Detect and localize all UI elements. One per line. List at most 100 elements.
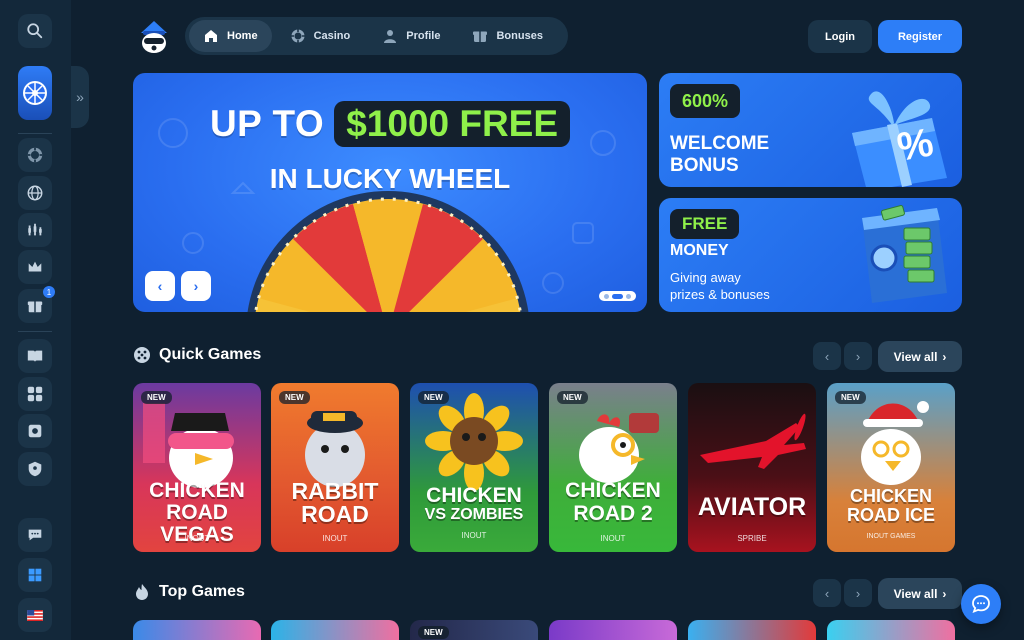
game-card-chicken-vs-zombies[interactable]: NEW CHICKEN VS ZOMBIES INOUT xyxy=(410,383,538,552)
section-title-quick-games: Quick Games xyxy=(133,346,261,364)
section-title-top-games: Top Games xyxy=(133,583,245,601)
game-card-top-6[interactable] xyxy=(827,620,955,640)
nav-home[interactable]: Home xyxy=(189,20,272,52)
sidebar: » 1 xyxy=(0,0,89,640)
login-button[interactable]: Login xyxy=(808,20,872,53)
welcome-bonus-card[interactable]: % 600% WELCOME BONUS xyxy=(659,73,962,187)
sidebar-item-blog[interactable] xyxy=(18,339,52,373)
game-card-top-5[interactable] xyxy=(688,620,816,640)
chevron-right-icon: › xyxy=(193,278,199,294)
hero-next-button[interactable]: › xyxy=(181,271,211,301)
sidebar-item-vip[interactable] xyxy=(18,250,52,284)
free-money-card[interactable]: FREE MONEY Giving away prizes & bonuses xyxy=(659,198,962,312)
chevron-left-icon: ‹ xyxy=(824,585,830,601)
nav-bonuses-label: Bonuses xyxy=(496,30,543,42)
promo-title-line2: BONUS xyxy=(670,155,739,176)
hero-banner[interactable]: UP TO $1000 FREE IN LUCKY WHEEL ‹ › xyxy=(133,73,647,312)
chat-bubble-icon xyxy=(972,595,990,614)
money-safe-illustration xyxy=(862,205,947,303)
search-icon xyxy=(27,23,43,39)
nav-profile[interactable]: Profile xyxy=(368,20,454,52)
promo-title-line1: WELCOME xyxy=(670,133,770,154)
gift-icon xyxy=(473,31,488,42)
hero-headline: UP TO $1000 FREE xyxy=(133,101,647,147)
hero-prefix: UP TO xyxy=(209,103,325,144)
game-card-chicken-road-vegas[interactable]: NEW CHICKEN ROAD VEGAS INOUT xyxy=(133,383,261,552)
view-all-label: View all xyxy=(893,349,938,364)
game-card-top-1[interactable] xyxy=(133,620,261,640)
sidebar-item-security[interactable] xyxy=(18,452,52,486)
chevron-right-icon: › xyxy=(855,585,861,601)
sidebar-item-trading[interactable] xyxy=(18,213,52,247)
lucky-wheel-button[interactable] xyxy=(18,66,52,120)
game-card-aviator[interactable]: AVIATOR SPRIBE xyxy=(688,383,816,552)
carousel-dots[interactable] xyxy=(599,291,636,301)
game-title-line1: RABBIT xyxy=(291,478,379,504)
carousel-dot-active[interactable] xyxy=(612,293,623,299)
chat-support-icon xyxy=(28,529,42,541)
promo-subtitle-line1: Giving away xyxy=(670,270,741,285)
quick-games-prev-button[interactable]: ‹ xyxy=(813,342,841,370)
chevron-right-icon: › xyxy=(855,348,861,364)
sidebar-item-gifts[interactable]: 1 xyxy=(18,286,55,323)
top-games-next-button[interactable]: › xyxy=(844,579,872,607)
casino-chip-icon xyxy=(27,147,43,163)
game-card-top-4[interactable] xyxy=(549,620,677,640)
double-chevron-right-icon: » xyxy=(76,89,84,105)
crown-icon xyxy=(28,261,42,272)
gift-icon xyxy=(27,301,43,313)
main-nav: Home Casino Profile Bonuses xyxy=(185,17,568,55)
game-title-line1: CHICKEN xyxy=(565,479,661,502)
top-games-prev-button[interactable]: ‹ xyxy=(813,579,841,607)
carousel-dot[interactable] xyxy=(604,293,609,299)
game-title-line1: AVIATOR xyxy=(697,493,807,521)
game-title-line2: VS ZOMBIES xyxy=(424,506,524,523)
nav-casino[interactable]: Casino xyxy=(276,20,365,52)
new-badge: NEW xyxy=(279,391,310,404)
hero-subheadline: IN LUCKY WHEEL xyxy=(269,163,511,194)
game-card-chicken-road-2[interactable]: NEW CHICKEN ROAD 2 INOUT xyxy=(549,383,677,552)
language-button[interactable] xyxy=(18,598,52,632)
carousel-dot[interactable] xyxy=(626,293,631,299)
new-badge: NEW xyxy=(835,391,866,404)
promo-title-line1: MONEY xyxy=(670,242,729,259)
chart-icon xyxy=(28,223,42,236)
game-card-top-3[interactable]: NEW xyxy=(410,620,538,640)
windows-icon xyxy=(28,568,42,582)
gamepad-icon xyxy=(27,386,43,402)
gift-box-percent-illustration: % xyxy=(852,91,947,187)
sidebar-item-casino[interactable] xyxy=(18,138,52,172)
site-logo[interactable] xyxy=(135,17,173,55)
promo-subtitle-line2: prizes & bonuses xyxy=(670,287,770,302)
home-icon xyxy=(205,30,217,42)
hero-prev-button[interactable]: ‹ xyxy=(145,271,175,301)
dice-icon xyxy=(134,347,150,363)
shield-icon xyxy=(28,461,42,477)
search-button[interactable] xyxy=(18,14,52,48)
game-provider: INOUT xyxy=(322,534,348,543)
sidebar-expand-button[interactable]: » xyxy=(71,66,89,128)
safe-icon xyxy=(28,424,42,438)
quick-games-next-button[interactable]: › xyxy=(844,342,872,370)
register-button[interactable]: Register xyxy=(878,20,962,53)
game-card-chicken-road-ice[interactable]: NEW CHICKEN ROAD ICE INOUT GAMES xyxy=(827,383,955,552)
quick-games-view-all-button[interactable]: View all › xyxy=(878,341,962,372)
sidebar-item-safe[interactable] xyxy=(18,414,52,448)
sidebar-item-support[interactable] xyxy=(18,518,52,552)
sidebar-item-games[interactable] xyxy=(18,377,52,411)
live-chat-button[interactable] xyxy=(961,584,1001,624)
svg-text:%: % xyxy=(894,120,937,170)
us-flag-icon xyxy=(27,609,43,621)
game-card-top-2[interactable] xyxy=(271,620,399,640)
download-app-button[interactable] xyxy=(18,558,52,592)
game-card-rabbit-road[interactable]: NEW RABBIT ROAD INOUT xyxy=(271,383,399,552)
game-title-line2: ROAD ICE xyxy=(846,505,935,525)
promo-tag: FREE xyxy=(670,209,740,239)
new-badge: NEW xyxy=(418,626,449,639)
nav-bonuses[interactable]: Bonuses xyxy=(458,20,556,52)
game-title-line2: ROAD 2 xyxy=(573,502,653,525)
sidebar-item-sports[interactable] xyxy=(18,176,52,210)
section-title-label: Top Games xyxy=(159,583,245,600)
casino-chip-icon xyxy=(291,29,305,43)
top-games-view-all-button[interactable]: View all › xyxy=(878,578,962,609)
